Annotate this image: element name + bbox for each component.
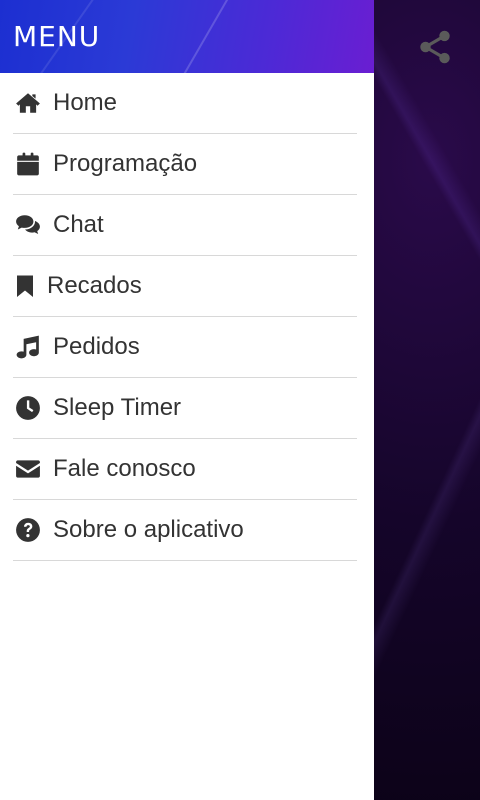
menu-item-fale-conosco[interactable]: Fale conosco	[13, 439, 357, 500]
menu-item-programacao[interactable]: Programação	[13, 134, 357, 195]
menu-item-home[interactable]: Home	[13, 73, 357, 134]
drawer-title: MENU	[13, 20, 101, 53]
menu-item-pedidos[interactable]: Pedidos	[13, 317, 357, 378]
navigation-drawer: MENU Home Programação Chat Recados Pedid…	[0, 0, 374, 800]
menu-item-sleep-timer[interactable]: Sleep Timer	[13, 378, 357, 439]
menu-item-label: Pedidos	[53, 333, 140, 360]
calendar-icon	[13, 149, 43, 179]
menu-item-label: Chat	[53, 211, 104, 238]
menu-item-recados[interactable]: Recados	[13, 256, 357, 317]
menu-item-label: Sobre o aplicativo	[53, 516, 244, 543]
music-note-icon	[13, 332, 43, 362]
screen: MENU Home Programação Chat Recados Pedid…	[0, 0, 480, 800]
share-button[interactable]	[414, 26, 456, 68]
menu-list: Home Programação Chat Recados Pedidos Sl…	[0, 73, 374, 561]
chat-icon	[13, 210, 43, 240]
menu-item-label: Fale conosco	[53, 455, 196, 482]
envelope-icon	[13, 454, 43, 484]
clock-icon	[13, 393, 43, 423]
menu-item-label: Recados	[47, 272, 142, 299]
menu-item-label: Home	[53, 89, 118, 116]
menu-item-sobre[interactable]: Sobre o aplicativo	[13, 500, 357, 561]
home-icon	[13, 88, 43, 118]
menu-item-label: Programação	[53, 150, 198, 177]
drawer-header: MENU	[0, 0, 374, 73]
menu-item-chat[interactable]: Chat	[13, 195, 357, 256]
bookmark-icon	[13, 271, 37, 301]
share-icon	[420, 30, 450, 64]
menu-item-label: Sleep Timer	[53, 394, 182, 421]
question-circle-icon	[13, 515, 43, 545]
